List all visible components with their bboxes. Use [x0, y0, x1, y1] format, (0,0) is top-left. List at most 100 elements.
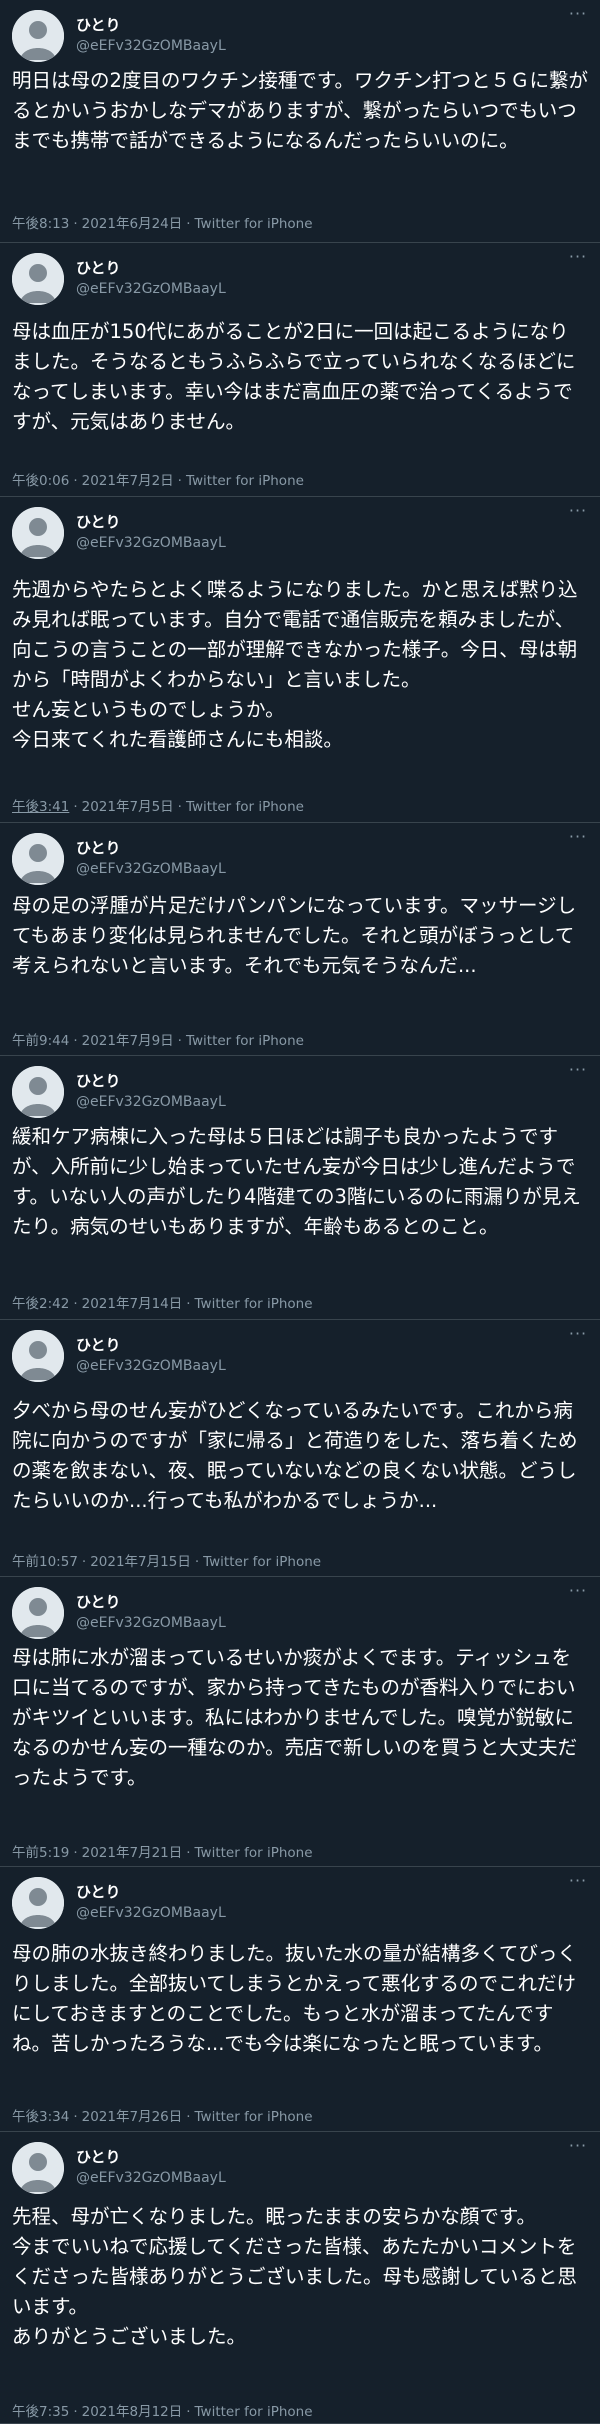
user-handle[interactable]: @eEFv32GzOMBaayL — [76, 861, 226, 877]
avatar[interactable] — [12, 10, 64, 62]
tweet-time[interactable]: 午前5:19 — [12, 1845, 69, 1861]
user-name[interactable]: ひとり — [76, 1881, 121, 1902]
user-name[interactable]: ひとり — [76, 1591, 121, 1612]
meta-separator: · — [73, 216, 78, 232]
tweet-time[interactable]: 午後7:35 — [12, 2404, 69, 2420]
tweet[interactable]: ひとり @eEFv32GzOMBaayL ··· 母の肺の水抜き終わりました。抜いた水… — [0, 1867, 600, 2132]
tweet-source[interactable]: Twitter for iPhone — [195, 216, 313, 232]
meta-separator: · — [73, 2109, 78, 2125]
tweet-text: 母は血圧が150代にあがることが2日に一回は起こるようになりました。そうなるとも… — [12, 320, 576, 433]
tweet-meta: 午後8:13 · 2021年6月24日 · Twitter for iPhone — [12, 212, 313, 232]
meta-separator: · — [177, 473, 182, 489]
tweet-date[interactable]: 2021年7月26日 — [82, 2109, 183, 2125]
user-name[interactable]: ひとり — [76, 2146, 121, 2167]
tweet-date[interactable]: 2021年7月5日 — [82, 799, 174, 815]
tweet-time[interactable]: 午後3:41 — [12, 799, 69, 815]
user-handle[interactable]: @eEFv32GzOMBaayL — [76, 1905, 226, 1921]
tweet-source[interactable]: Twitter for iPhone — [195, 1845, 313, 1861]
tweet[interactable]: ひとり @eEFv32GzOMBaayL ··· 母は血圧が150代にあがることが2日… — [0, 243, 600, 497]
tweet-time[interactable]: 午後8:13 — [12, 216, 69, 232]
meta-separator: · — [186, 1296, 191, 1312]
user-handle[interactable]: @eEFv32GzOMBaayL — [76, 1358, 226, 1374]
avatar[interactable] — [12, 507, 64, 559]
tweet-text: 緩和ケア病棟に入った母は５日ほどは調子も良かったようですが、入所前に少し始まって… — [12, 1125, 581, 1238]
meta-separator: · — [186, 1845, 191, 1861]
tweet-date[interactable]: 2021年7月14日 — [82, 1296, 183, 1312]
tweet[interactable]: ひとり @eEFv32GzOMBaayL ··· 明日は母の2度目のワクチン接種です。… — [0, 0, 600, 243]
tweet[interactable]: ひとり @eEFv32GzOMBaayL ··· 母の足の浮腫が片足だけパンパンになっ… — [0, 823, 600, 1056]
user-handle[interactable]: @eEFv32GzOMBaayL — [76, 2170, 226, 2186]
tweet-date[interactable]: 2021年7月15日 — [90, 1554, 191, 1570]
tweet-time[interactable]: 午後0:06 — [12, 473, 69, 489]
more-options-icon[interactable]: ··· — [564, 249, 592, 269]
tweet[interactable]: ひとり @eEFv32GzOMBaayL ··· 夕べから母のせん妄がひどくなっている… — [0, 1320, 600, 1577]
tweet-source[interactable]: Twitter for iPhone — [203, 1554, 321, 1570]
user-name[interactable]: ひとり — [76, 257, 121, 278]
user-handle[interactable]: @eEFv32GzOMBaayL — [76, 1094, 226, 1110]
tweet-time[interactable]: 午前9:44 — [12, 1033, 69, 1049]
avatar[interactable] — [12, 1877, 64, 1929]
user-name[interactable]: ひとり — [76, 837, 121, 858]
tweet-source[interactable]: Twitter for iPhone — [186, 1033, 304, 1049]
meta-separator: · — [73, 473, 78, 489]
tweet-time[interactable]: 午前10:57 — [12, 1554, 78, 1570]
meta-separator: · — [73, 1033, 78, 1049]
tweet-text: 母は肺に水が溜まっているせいか痰がよくでます。ティッシュを口に当てるのですが、家… — [12, 1646, 578, 1789]
tweet-text: 先週からやたらとよく喋るようになりました。かと思えば黙り込み見れば眠っています。… — [12, 578, 578, 751]
tweet[interactable]: ひとり @eEFv32GzOMBaayL ··· 緩和ケア病棟に入った母は５日ほどは調… — [0, 1056, 600, 1320]
more-options-icon[interactable]: ··· — [564, 1062, 592, 1082]
user-name[interactable]: ひとり — [76, 511, 121, 532]
tweet-text: 母の肺の水抜き終わりました。抜いた水の量が結構多くてびっくりしました。全部抜いて… — [12, 1942, 577, 2055]
tweet-date[interactable]: 2021年7月2日 — [82, 473, 174, 489]
meta-separator: · — [81, 1554, 87, 1570]
more-options-icon[interactable]: ··· — [564, 829, 592, 849]
meta-separator: · — [186, 2109, 191, 2125]
meta-separator: · — [73, 799, 78, 815]
tweet-source[interactable]: Twitter for iPhone — [195, 2109, 313, 2125]
more-options-icon[interactable]: ··· — [564, 6, 592, 26]
tweet-date[interactable]: 2021年6月24日 — [82, 216, 183, 232]
tweet-date[interactable]: 2021年7月9日 — [82, 1033, 174, 1049]
user-handle[interactable]: @eEFv32GzOMBaayL — [76, 1615, 226, 1631]
tweet[interactable]: ひとり @eEFv32GzOMBaayL ··· 母は肺に水が溜まっているせいか痰がよ… — [0, 1577, 600, 1867]
tweet-source[interactable]: Twitter for iPhone — [186, 473, 304, 489]
tweet-date[interactable]: 2021年7月21日 — [82, 1845, 183, 1861]
tweet-date[interactable]: 2021年8月12日 — [82, 2404, 183, 2420]
avatar[interactable] — [12, 1587, 64, 1639]
meta-separator: · — [73, 2404, 78, 2420]
more-options-icon[interactable]: ··· — [564, 2138, 592, 2158]
user-handle[interactable]: @eEFv32GzOMBaayL — [76, 535, 226, 551]
tweet-time[interactable]: 午後3:34 — [12, 2109, 69, 2125]
tweet-source[interactable]: Twitter for iPhone — [195, 1296, 313, 1312]
tweet[interactable]: ひとり @eEFv32GzOMBaayL ··· 先週からやたらとよく喋るようになりま… — [0, 497, 600, 823]
user-handle[interactable]: @eEFv32GzOMBaayL — [76, 38, 226, 54]
tweet-text: 先程、母が亡くなりました。眠ったままの安らかな顔です。 今までいいねで応援してく… — [12, 2205, 577, 2348]
meta-separator: · — [73, 1296, 78, 1312]
more-options-icon[interactable]: ··· — [564, 1873, 592, 1893]
avatar[interactable] — [12, 1330, 64, 1382]
tweet-time[interactable]: 午後2:42 — [12, 1296, 69, 1312]
user-name[interactable]: ひとり — [76, 14, 121, 35]
user-name[interactable]: ひとり — [76, 1070, 121, 1091]
user-name[interactable]: ひとり — [76, 1334, 121, 1355]
tweet-text: 母の足の浮腫が片足だけパンパンになっています。マッサージしてもあまり変化は見られ… — [12, 894, 577, 977]
tweet-meta: 午後3:34 · 2021年7月26日 · Twitter for iPhone — [12, 2105, 313, 2125]
tweet-meta: 午後0:06 · 2021年7月2日 · Twitter for iPhone — [12, 469, 304, 489]
more-options-icon[interactable]: ··· — [564, 1583, 592, 1603]
more-options-icon[interactable]: ··· — [564, 503, 592, 523]
user-handle[interactable]: @eEFv32GzOMBaayL — [76, 281, 226, 297]
more-options-icon[interactable]: ··· — [564, 1326, 592, 1346]
tweet-source[interactable]: Twitter for iPhone — [186, 799, 304, 815]
avatar[interactable] — [12, 1066, 64, 1118]
tweet-text: 明日は母の2度目のワクチン接種です。ワクチン打つと５Ｇに繋がるとかいうおかしなデ… — [12, 69, 588, 152]
meta-separator: · — [186, 2404, 191, 2420]
avatar[interactable] — [12, 2142, 64, 2194]
tweet-text: 夕べから母のせん妄がひどくなっているみたいです。これから病院に向かうのですが「家… — [12, 1399, 578, 1512]
meta-separator: · — [177, 799, 182, 815]
tweet-meta: 午後2:42 · 2021年7月14日 · Twitter for iPhone — [12, 1292, 313, 1312]
avatar[interactable] — [12, 833, 64, 885]
meta-separator: · — [194, 1554, 200, 1570]
avatar[interactable] — [12, 253, 64, 305]
tweet-source[interactable]: Twitter for iPhone — [195, 2404, 313, 2420]
tweet[interactable]: ひとり @eEFv32GzOMBaayL ··· 先程、母が亡くなりました。眠ったまま… — [0, 2132, 600, 2424]
